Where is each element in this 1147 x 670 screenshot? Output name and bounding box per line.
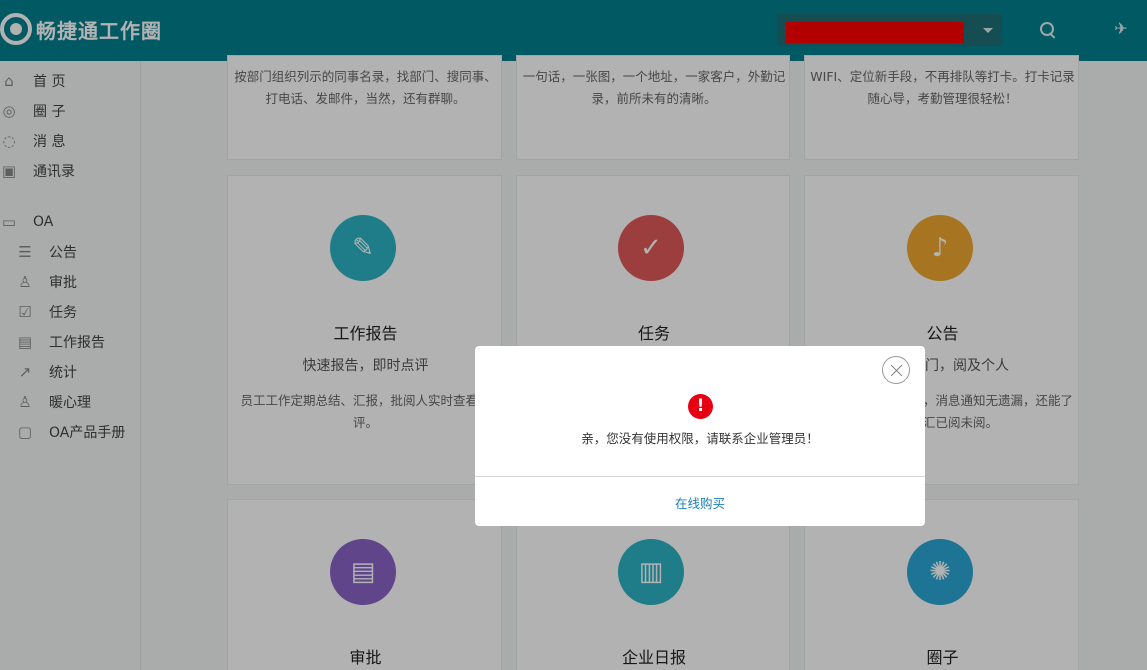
alert-icon: !: [688, 394, 713, 419]
dialog-divider: [475, 476, 925, 477]
modal-overlay[interactable]: [0, 0, 1147, 670]
buy-online-link[interactable]: 在线购买: [475, 493, 925, 512]
permission-dialog: ! 亲，您没有使用权限，请联系企业管理员！ 在线购买: [475, 346, 925, 526]
dialog-message: 亲，您没有使用权限，请联系企业管理员！: [581, 431, 819, 446]
close-icon[interactable]: [882, 356, 910, 384]
